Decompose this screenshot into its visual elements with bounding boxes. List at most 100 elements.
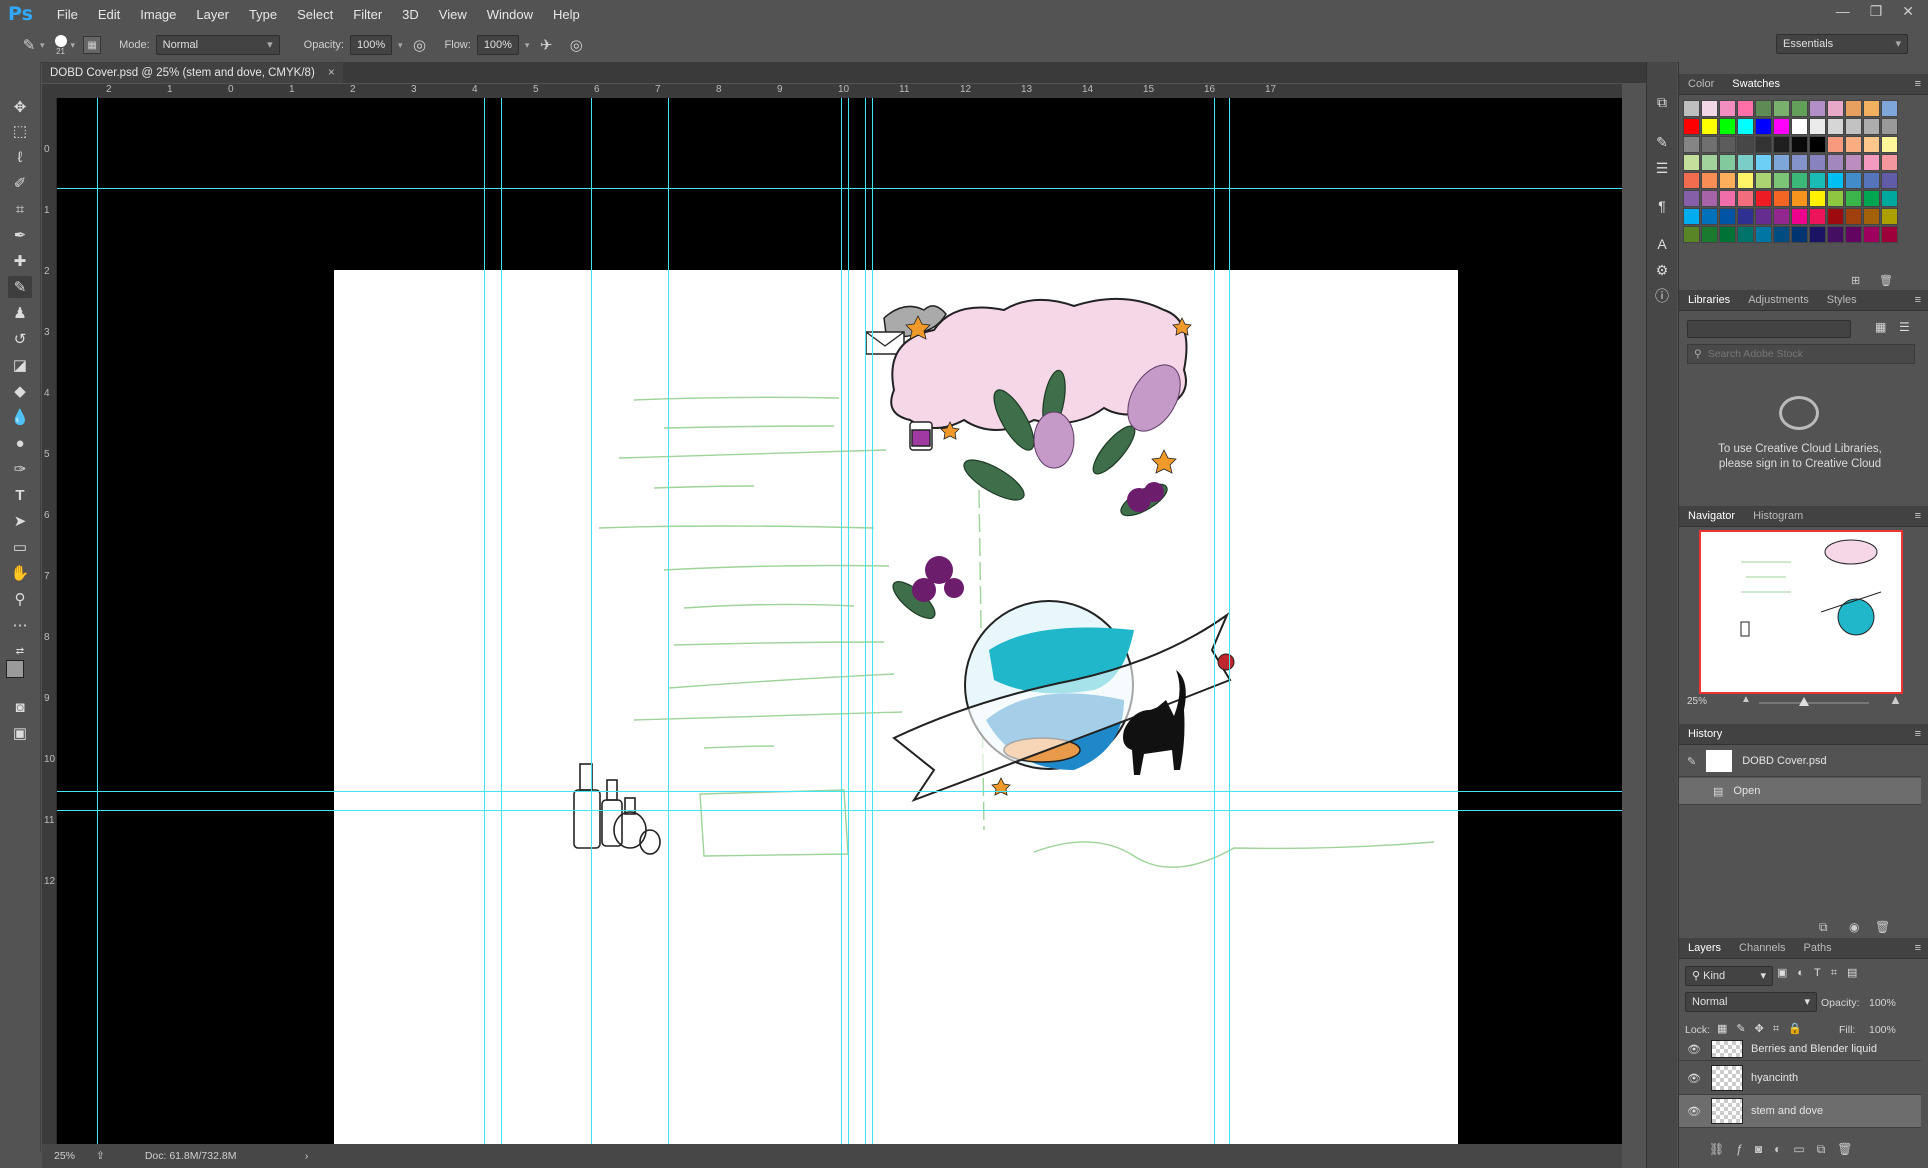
adjustments-icon[interactable]: ☰ xyxy=(1652,158,1672,178)
swatch[interactable] xyxy=(1791,154,1808,171)
layer-row[interactable]: 👁 hyancinth xyxy=(1679,1062,1921,1095)
move-tool-icon[interactable]: ✥ xyxy=(8,96,32,118)
swatch[interactable] xyxy=(1791,136,1808,153)
swatch[interactable] xyxy=(1773,154,1790,171)
close-tab-icon[interactable]: × xyxy=(328,67,335,79)
navigator-zoom-slider[interactable] xyxy=(1759,702,1869,704)
swatch[interactable] xyxy=(1845,154,1862,171)
swatch[interactable] xyxy=(1863,226,1880,243)
pressure-size-icon[interactable]: ◎ xyxy=(565,34,587,56)
swatch[interactable] xyxy=(1755,100,1772,117)
guide-vertical[interactable] xyxy=(841,98,842,1144)
swatch[interactable] xyxy=(1845,190,1862,207)
layer-row-selected[interactable]: 👁 stem and dove xyxy=(1679,1095,1921,1128)
swatch[interactable] xyxy=(1881,118,1898,135)
eyedropper-tool-icon[interactable]: ✒ xyxy=(8,224,32,246)
paint-bucket-tool-icon[interactable]: ◆ xyxy=(8,380,32,402)
swatch[interactable] xyxy=(1791,172,1808,189)
swatch[interactable] xyxy=(1737,100,1754,117)
swatch[interactable] xyxy=(1719,226,1736,243)
history-states-icon[interactable]: ⧉ xyxy=(1652,92,1672,112)
swatch[interactable] xyxy=(1719,136,1736,153)
swatch[interactable] xyxy=(1683,190,1700,207)
swatch[interactable] xyxy=(1827,154,1844,171)
character-icon[interactable]: A xyxy=(1652,234,1672,254)
menu-edit[interactable]: Edit xyxy=(88,7,130,22)
swatch[interactable] xyxy=(1737,226,1754,243)
swatch[interactable] xyxy=(1845,136,1862,153)
tab-histogram[interactable]: Histogram xyxy=(1744,510,1812,522)
swatch[interactable] xyxy=(1755,190,1772,207)
tab-paths[interactable]: Paths xyxy=(1795,942,1841,954)
swatch[interactable] xyxy=(1881,154,1898,171)
tab-navigator[interactable]: Navigator xyxy=(1679,510,1744,522)
swatch[interactable] xyxy=(1737,154,1754,171)
swatch[interactable] xyxy=(1809,172,1826,189)
swatch[interactable] xyxy=(1827,226,1844,243)
chevron-down-icon[interactable]: ▾ xyxy=(40,40,45,51)
info-icon[interactable]: ⓘ xyxy=(1652,286,1672,306)
swatch[interactable] xyxy=(1683,154,1700,171)
swatch[interactable] xyxy=(1755,118,1772,135)
swatch[interactable] xyxy=(1755,136,1772,153)
swatch[interactable] xyxy=(1773,136,1790,153)
swatch[interactable] xyxy=(1701,118,1718,135)
layer-action-icons[interactable]: ⛓ƒ◙◐▭⧉🗑 xyxy=(1709,1142,1865,1157)
new-document-from-state-icon[interactable]: ⧉ xyxy=(1819,920,1828,935)
type-tool-icon[interactable]: T xyxy=(8,484,32,506)
new-swatch-icon[interactable]: ⊞ xyxy=(1851,274,1860,287)
guide-vertical[interactable] xyxy=(1214,98,1215,1144)
eraser-tool-icon[interactable]: ◪ xyxy=(8,354,32,376)
history-brush-tool-icon[interactable]: ↺ xyxy=(8,328,32,350)
swatch[interactable] xyxy=(1719,100,1736,117)
panel-menu-icon[interactable]: ≡ xyxy=(1915,510,1921,522)
guide-vertical[interactable] xyxy=(668,98,669,1144)
swap-colors-icon[interactable]: ⇄ xyxy=(8,640,32,662)
document-tab[interactable]: DOBD Cover.psd @ 25% (stem and dove, CMY… xyxy=(42,63,343,83)
camera-icon[interactable]: ◉ xyxy=(1849,920,1859,934)
swatch[interactable] xyxy=(1737,208,1754,225)
navigator-preview[interactable] xyxy=(1699,530,1903,694)
swatch[interactable] xyxy=(1827,100,1844,117)
swatch[interactable] xyxy=(1773,190,1790,207)
brush-panel-toggle-icon[interactable]: ▦ xyxy=(83,36,102,54)
layer-kind-filter[interactable]: ⚲ Kind ▾ xyxy=(1685,966,1773,986)
swatch[interactable] xyxy=(1881,226,1898,243)
swatch[interactable] xyxy=(1845,208,1862,225)
swatch[interactable] xyxy=(1773,208,1790,225)
eye-icon[interactable]: 👁 xyxy=(1687,1105,1701,1118)
lock-icons[interactable]: ▦✎✥⌗🔒 xyxy=(1717,1022,1811,1036)
swatch[interactable] xyxy=(1791,100,1808,117)
history-state[interactable]: ▤ Open xyxy=(1679,778,1921,805)
swatch[interactable] xyxy=(1773,172,1790,189)
tab-adjustments[interactable]: Adjustments xyxy=(1739,294,1818,306)
swatch[interactable] xyxy=(1863,136,1880,153)
guide-vertical[interactable] xyxy=(591,98,592,1144)
swatch[interactable] xyxy=(1845,118,1862,135)
swatch[interactable] xyxy=(1827,136,1844,153)
foreground-color-swatch[interactable] xyxy=(6,660,24,678)
swatch[interactable] xyxy=(1863,208,1880,225)
menu-3d[interactable]: 3D xyxy=(392,7,429,22)
restore-button[interactable]: ❐ xyxy=(1870,3,1883,20)
swatch[interactable] xyxy=(1827,190,1844,207)
swatch[interactable] xyxy=(1863,172,1880,189)
tab-swatches[interactable]: Swatches xyxy=(1723,78,1789,90)
screen-mode-icon[interactable]: ▣ xyxy=(8,722,32,744)
navigator-zoom[interactable]: 25% xyxy=(1687,696,1707,707)
lasso-tool-icon[interactable]: ℓ xyxy=(8,146,32,168)
document-canvas[interactable] xyxy=(334,270,1458,1144)
swatch[interactable] xyxy=(1773,118,1790,135)
tab-layers[interactable]: Layers xyxy=(1679,942,1730,954)
panel-menu-icon[interactable]: ≡ xyxy=(1915,728,1921,740)
menu-file[interactable]: File xyxy=(47,7,88,22)
zoom-level[interactable]: 25% xyxy=(54,1150,84,1162)
layer-row[interactable]: 👁 Berries and Blender liquid xyxy=(1679,1038,1921,1061)
swatch[interactable] xyxy=(1809,190,1826,207)
guide-vertical[interactable] xyxy=(484,98,485,1144)
status-menu-arrow[interactable]: › xyxy=(305,1150,309,1162)
brush-tool-icon[interactable]: ✎ xyxy=(8,276,32,298)
grid-view-icon[interactable]: ▦ xyxy=(1875,320,1886,334)
tab-color[interactable]: Color xyxy=(1679,78,1723,90)
eye-icon[interactable]: 👁 xyxy=(1687,1043,1701,1056)
